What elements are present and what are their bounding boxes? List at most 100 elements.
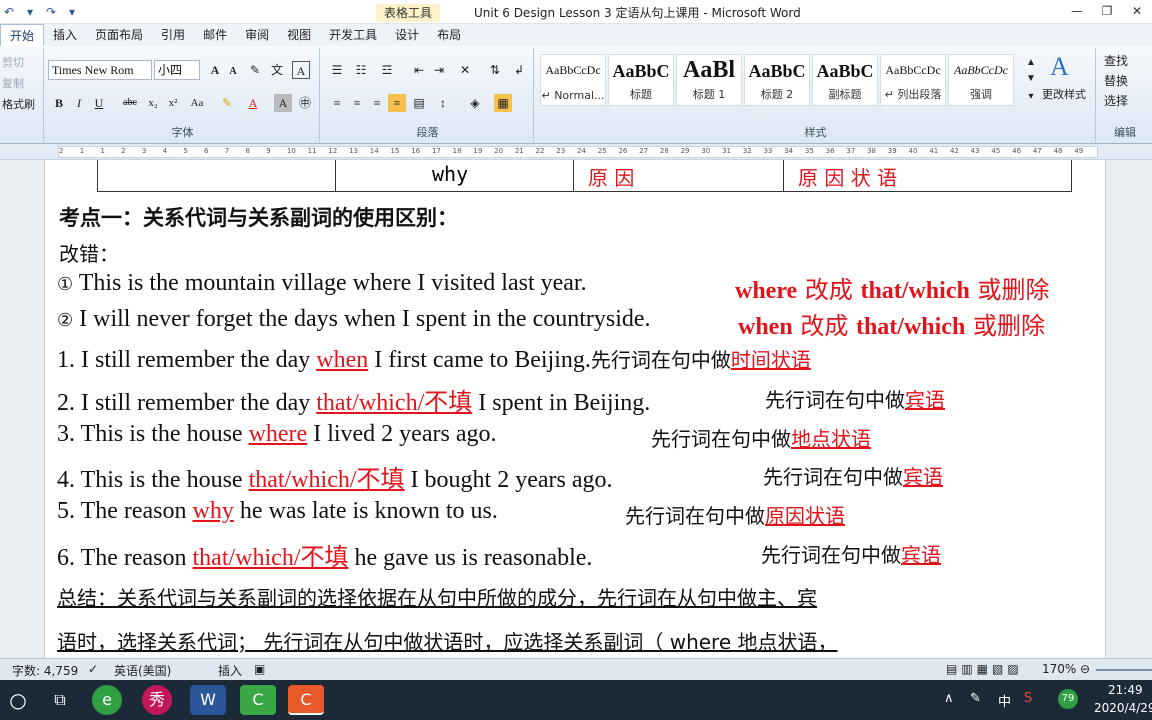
character-shading-icon[interactable]: A xyxy=(274,94,292,112)
bold-button[interactable]: B xyxy=(50,94,68,112)
tab-review[interactable]: 审阅 xyxy=(236,24,278,46)
tab-layout[interactable]: 布局 xyxy=(428,24,470,46)
security-badge[interactable]: 79 xyxy=(1058,689,1078,709)
italic-button[interactable]: I xyxy=(70,94,88,112)
macro-record-icon[interactable]: ▣ xyxy=(254,662,265,676)
justify-icon[interactable]: ≡ xyxy=(388,94,406,112)
browser-icon[interactable]: e xyxy=(92,685,122,715)
table-cell[interactable] xyxy=(98,160,336,191)
format-painter-button[interactable]: 格式刷 xyxy=(2,96,35,112)
grow-font-button[interactable]: A xyxy=(206,61,224,79)
copy-button[interactable]: 复制 xyxy=(2,75,24,91)
sogou-icon[interactable]: S xyxy=(1024,691,1032,706)
tab-view[interactable]: 视图 xyxy=(278,24,320,46)
horizontal-ruler[interactable]: 2 1 1 2 3 4 5 6 7 8 9 10 11 12 13 14 15 16 17 18 19 20 21 22 23 2… xyxy=(0,144,1152,160)
zoom-level[interactable]: 170% xyxy=(1042,662,1076,676)
customize-qat-icon[interactable]: ▾ xyxy=(63,3,81,21)
language-indicator[interactable]: 英语(美国) xyxy=(114,662,171,679)
style-heading-2[interactable]: AaBbC 标题 2 xyxy=(744,54,810,106)
tab-mailings[interactable]: 邮件 xyxy=(194,24,236,46)
proofing-icon[interactable]: ✓ xyxy=(88,662,98,676)
pen-icon[interactable]: ✎ xyxy=(970,691,981,706)
styles-more-icon[interactable]: ▾ xyxy=(1022,88,1040,106)
style-title[interactable]: AaBbC 标题 xyxy=(608,54,674,106)
font-size-field[interactable]: 小四 xyxy=(154,60,200,80)
increase-indent-icon[interactable]: ⇥ xyxy=(430,61,448,79)
chinese-layout-icon[interactable]: ✕ xyxy=(456,61,474,79)
align-right-icon[interactable]: ≡ xyxy=(368,94,386,112)
close-button[interactable]: ✕ xyxy=(1122,0,1152,22)
style-list-paragraph[interactable]: AaBbCcDc ↵ 列出段落 xyxy=(880,54,946,106)
tab-insert[interactable]: 插入 xyxy=(44,24,86,46)
font-name-field[interactable]: Times New Rom xyxy=(48,60,152,80)
underline-button[interactable]: U xyxy=(90,94,108,112)
highlight-color-icon[interactable]: ✎ xyxy=(218,94,236,112)
tab-developer[interactable]: 开发工具 xyxy=(320,24,386,46)
zoom-out-icon[interactable]: ⊖ xyxy=(1080,662,1090,676)
clock-date[interactable]: 2020/4/29 xyxy=(1094,701,1152,715)
change-styles-icon[interactable]: A xyxy=(1050,52,1069,82)
sort-icon[interactable]: ⇅ xyxy=(486,61,504,79)
find-button[interactable]: 查找 xyxy=(1104,52,1128,69)
tab-references[interactable]: 引用 xyxy=(152,24,194,46)
numbering-icon[interactable]: ☷ xyxy=(352,61,370,79)
decrease-indent-icon[interactable]: ⇤ xyxy=(410,61,428,79)
character-border-icon[interactable]: A xyxy=(292,61,310,79)
search-circle-icon[interactable]: ○ xyxy=(0,685,36,715)
task-view-icon[interactable]: ⧉ xyxy=(42,685,78,715)
minimize-button[interactable]: — xyxy=(1062,0,1092,22)
shrink-font-button[interactable]: A xyxy=(224,63,242,81)
tab-design[interactable]: 设计 xyxy=(386,24,428,46)
word-count[interactable]: 字数: 4,759 xyxy=(12,662,78,679)
multilevel-list-icon[interactable]: ☲ xyxy=(378,61,396,79)
strikethrough-button[interactable]: abc xyxy=(118,94,142,112)
shading-icon[interactable]: ◈ xyxy=(466,94,484,112)
document-area[interactable]: why 原 因 原 因 状 语 考点一：关系代词与关系副词的使用区别： 改错： … xyxy=(0,160,1152,658)
redo-icon[interactable]: ↷ xyxy=(42,3,60,21)
styles-scroll-down-icon[interactable]: ▼ xyxy=(1022,70,1040,88)
cut-button[interactable]: 剪切 xyxy=(2,54,24,70)
subscript-button[interactable]: x₂ xyxy=(144,94,162,112)
replace-button[interactable]: 替换 xyxy=(1104,72,1128,89)
distributed-icon[interactable]: ▤ xyxy=(410,94,428,112)
ime-indicator[interactable]: 中 xyxy=(998,691,1011,710)
tray-arrow-icon[interactable]: ∧ xyxy=(944,691,954,706)
camtasia-green-icon[interactable]: C xyxy=(240,685,276,715)
borders-icon[interactable]: ▦ xyxy=(494,94,512,112)
align-left-icon[interactable]: ≡ xyxy=(328,94,346,112)
style-normal[interactable]: AaBbCcDc ↵ Normal... xyxy=(540,54,606,106)
undo-icon[interactable]: ↶ xyxy=(0,3,18,21)
table-fragment[interactable]: why 原 因 原 因 状 语 xyxy=(97,160,1072,192)
undo-dropdown-icon[interactable]: ▾ xyxy=(21,3,39,21)
maximize-button[interactable]: ❐ xyxy=(1092,0,1122,22)
align-center-icon[interactable]: ≡ xyxy=(348,94,366,112)
word-icon[interactable]: W xyxy=(190,685,226,715)
enclose-characters-icon[interactable]: ㊥ xyxy=(296,94,314,112)
tab-home[interactable]: 开始 xyxy=(0,24,45,46)
clear-format-icon[interactable]: ✎ xyxy=(246,61,264,79)
superscript-button[interactable]: x² xyxy=(164,94,182,112)
font-color-icon[interactable]: A xyxy=(244,94,262,112)
bullets-icon[interactable]: ☰ xyxy=(328,61,346,79)
camtasia-orange-icon[interactable]: C xyxy=(288,685,324,715)
clock-time[interactable]: 21:49 xyxy=(1108,683,1143,697)
style-emphasis[interactable]: AaBbCcDc 强调 xyxy=(948,54,1014,106)
change-case-button[interactable]: Aa xyxy=(186,94,208,112)
show-marks-icon[interactable]: ↲ xyxy=(510,61,528,79)
style-heading-1[interactable]: AaBl 标题 1 xyxy=(676,54,742,106)
select-button[interactable]: 选择 xyxy=(1104,92,1128,109)
style-name: 标题 2 xyxy=(760,88,794,101)
document-page[interactable]: why 原 因 原 因 状 语 考点一：关系代词与关系副词的使用区别： 改错： … xyxy=(44,160,1106,658)
zoom-slider[interactable] xyxy=(1096,669,1152,671)
app-icon[interactable]: 秀 xyxy=(142,685,172,715)
insert-mode-indicator[interactable]: 插入 xyxy=(218,662,242,679)
table-cell[interactable]: 原 因 状 语 xyxy=(784,160,1073,191)
table-cell[interactable]: why xyxy=(336,160,574,191)
phonetic-guide-icon[interactable]: 文 xyxy=(268,61,286,79)
view-buttons[interactable]: ▤▥▦▧▨ xyxy=(946,662,1023,676)
line-spacing-icon[interactable]: ↕ xyxy=(434,94,452,112)
tab-page-layout[interactable]: 页面布局 xyxy=(86,24,152,46)
change-styles-button[interactable]: 更改样式 xyxy=(1042,86,1086,102)
style-subtitle[interactable]: AaBbC 副标题 xyxy=(812,54,878,106)
table-cell[interactable]: 原 因 xyxy=(574,160,784,191)
